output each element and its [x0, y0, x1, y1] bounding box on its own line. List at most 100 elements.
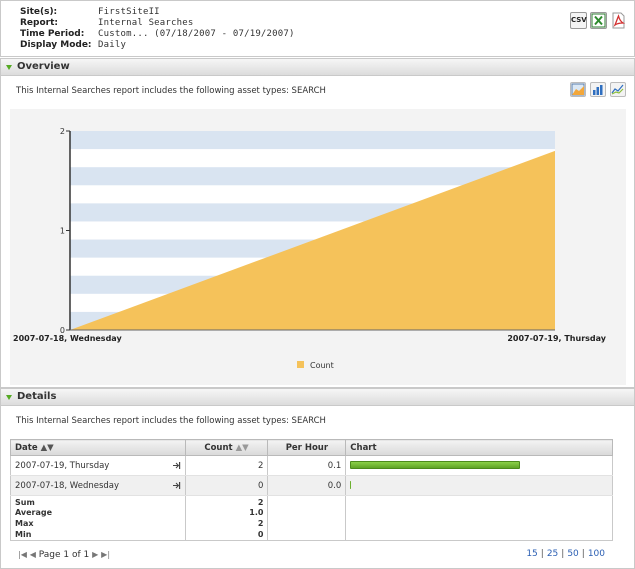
table-header-row: Date ▲▼ Count ▲▼ Per Hour Chart [10, 439, 613, 456]
details-table: Date ▲▼ Count ▲▼ Per Hour Chart 2007-07-… [10, 439, 613, 541]
grid-band [70, 131, 555, 150]
pdf-icon [612, 12, 626, 29]
area-chart-button[interactable] [570, 82, 586, 97]
y-tick-label: 2 [60, 127, 65, 136]
line-chart-icon [611, 84, 624, 95]
overview-section-header[interactable]: Overview [0, 58, 635, 76]
pager: |◀ ◀ Page 1 of 1 ▶ ▶| [18, 550, 110, 560]
count-bar [350, 481, 352, 489]
separator: | [581, 549, 585, 559]
csv-icon: CSV [571, 16, 587, 24]
legend-swatch [297, 361, 304, 368]
chart-cell [345, 455, 613, 476]
page-size-50[interactable]: 50 [567, 549, 578, 559]
summary-label: Sum [10, 495, 186, 507]
summary-empty-cell [345, 529, 613, 541]
summary-empty-cell [267, 507, 347, 518]
x-tick-label: 2007-07-18, Wednesday [13, 334, 122, 343]
summary-row-min: Min 0 [10, 529, 613, 541]
details-section-header[interactable]: Details [0, 388, 635, 406]
area-chart-icon [571, 83, 585, 96]
bar-chart-icon [593, 85, 603, 95]
date-value: 2007-07-18, Wednesday [15, 480, 120, 491]
summary-value: 2 [184, 518, 269, 529]
summary-empty-cell [345, 518, 613, 529]
sort-arrows-icon[interactable]: ▲▼ [41, 443, 54, 453]
report-header: Site(s): FirstSiteII Report: Internal Se… [0, 0, 635, 57]
report-value: Internal Searches [98, 18, 194, 28]
page-indicator: Page 1 of 1 [38, 550, 90, 560]
page-size-selector: 15 | 25 | 50 | 100 [526, 549, 605, 559]
display-mode-value: Daily [98, 40, 127, 50]
chart-header-label: Chart [350, 442, 377, 453]
per-hour-cell: 0.1 [267, 455, 347, 476]
summary-value: 0 [184, 529, 269, 541]
date-column-header[interactable]: Date ▲▼ [10, 439, 186, 456]
count-column-header[interactable]: Count ▲▼ [184, 439, 269, 456]
site-label: Site(s): [20, 7, 58, 17]
time-period-value: Custom... (07/18/2007 - 07/19/2007) [98, 29, 295, 39]
area-chart-svg: 0122007-07-18, Wednesday 2007-07-19, Thur… [13, 127, 607, 370]
report-label: Report: [20, 18, 58, 28]
date-cell: 2007-07-19, Thursday [10, 455, 186, 476]
details-intro-text: This Internal Searches report includes t… [16, 416, 326, 426]
date-cell: 2007-07-18, Wednesday [10, 475, 186, 496]
table-row: 2007-07-18, Wednesday 0 0.0 [10, 475, 613, 496]
summary-value: 1.0 [184, 507, 269, 518]
details-title: Details [17, 391, 57, 402]
separator: | [540, 549, 544, 559]
next-page-icon[interactable]: ▶ [92, 550, 98, 559]
summary-value: 2 [184, 495, 269, 507]
overview-title: Overview [17, 61, 70, 72]
summary-empty-cell [345, 495, 613, 507]
display-mode-label: Display Mode: [20, 40, 92, 50]
date-header-label: Date [15, 442, 38, 453]
page-size-25[interactable]: 25 [547, 549, 558, 559]
prev-page-icon[interactable]: ◀ [30, 550, 36, 559]
table-row: 2007-07-19, Thursday 2 0.1 [10, 455, 613, 476]
count-cell: 2 [184, 455, 269, 476]
export-csv-button[interactable]: CSV [570, 12, 587, 29]
per-hour-header-label: Per Hour [285, 442, 329, 453]
excel-icon [591, 13, 606, 28]
overview-chart: 0 1 2 2007-07-18, Wednesday 2007-07-19, Thur… [10, 109, 626, 385]
chart-column-header: Chart [345, 439, 613, 456]
per-hour-column-header: Per Hour [267, 439, 347, 456]
count-cell: 0 [184, 475, 269, 496]
summary-row-sum: Sum 2 [10, 495, 613, 507]
date-value: 2007-07-19, Thursday [15, 460, 110, 471]
time-period-label: Time Period: [20, 29, 85, 39]
separator: | [561, 549, 565, 559]
export-excel-button[interactable] [590, 12, 607, 29]
legend-label: Count [310, 361, 334, 370]
summary-label: Min [10, 529, 186, 541]
export-pdf-button[interactable] [610, 12, 627, 29]
summary-row-max: Max 2 [10, 518, 613, 529]
line-chart-button[interactable] [610, 82, 626, 97]
summary-empty-cell [267, 529, 347, 541]
summary-empty-cell [267, 495, 347, 507]
summary-label: Max [10, 518, 186, 529]
drill-down-icon[interactable] [172, 461, 181, 470]
page-size-15[interactable]: 15 [526, 549, 537, 559]
bar-chart-button[interactable] [590, 82, 606, 97]
summary-empty-cell [345, 507, 613, 518]
chart-cell [345, 475, 613, 496]
summary-row-average: Average 1.0 [10, 507, 613, 518]
sort-arrows-icon[interactable]: ▲▼ [236, 443, 249, 453]
collapse-triangle-icon[interactable] [6, 395, 12, 400]
y-tick-label: 1 [60, 227, 65, 236]
overview-intro-text: This Internal Searches report includes t… [16, 86, 326, 96]
summary-label: Average [10, 507, 186, 518]
last-page-icon[interactable]: ▶| [101, 550, 110, 559]
count-bar [350, 461, 521, 469]
page-size-100[interactable]: 100 [588, 549, 605, 559]
per-hour-cell: 0.0 [267, 475, 347, 496]
x-tick-label: 2007-07-19, Thursday [507, 334, 606, 343]
summary-empty-cell [267, 518, 347, 529]
first-page-icon[interactable]: |◀ [18, 550, 27, 559]
collapse-triangle-icon[interactable] [6, 65, 12, 70]
count-header-label: Count [204, 442, 233, 453]
drill-down-icon[interactable] [172, 481, 181, 490]
site-value: FirstSiteII [98, 7, 160, 17]
